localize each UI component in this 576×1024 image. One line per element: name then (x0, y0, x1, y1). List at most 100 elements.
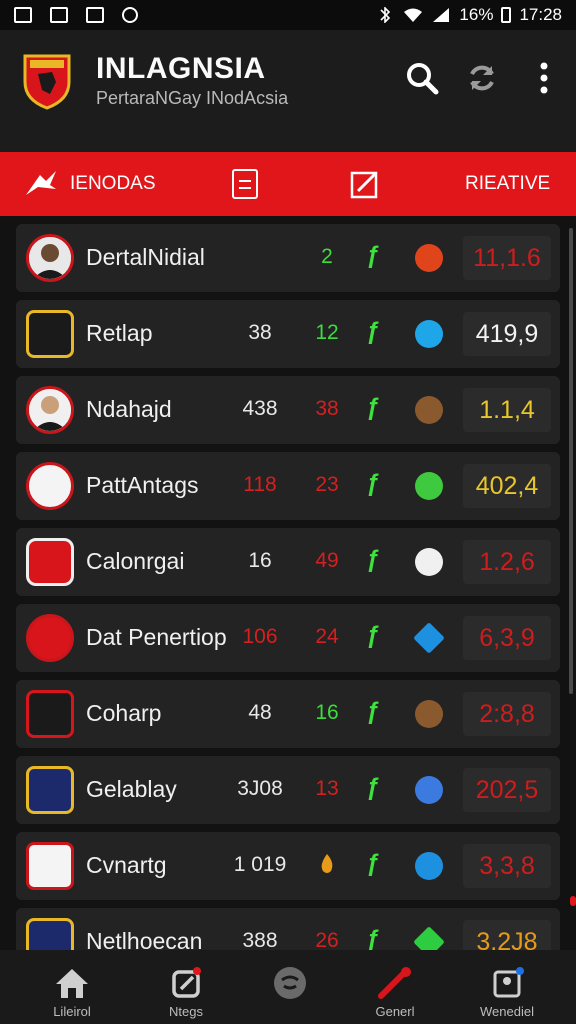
tool-icon (378, 967, 411, 999)
battery-icon (501, 7, 512, 23)
list-item[interactable]: Ndahajd 438 38 ƒ 1.1,4 (16, 376, 560, 444)
home-icon (56, 969, 88, 998)
row-col2: 2 (321, 245, 333, 268)
trend-icon: ƒ (366, 774, 380, 801)
row-col1: 16 (248, 549, 272, 572)
nav-profile[interactable]: Wenediel (457, 950, 557, 1024)
list-item[interactable]: Gelablay 3J08 13 ƒ 202,5 (16, 756, 560, 824)
app-subtitle: PertaraNGay INodAcsia (96, 88, 289, 108)
list-item[interactable]: Coharp 48 16 ƒ 2:8,8 (16, 680, 560, 748)
row-col1: 38 (248, 321, 272, 344)
team-logo (26, 842, 74, 890)
nav-home[interactable]: Lileirol (22, 950, 122, 1024)
nav-profile-label: Wenediel (480, 1004, 534, 1019)
trend-icon: ƒ (366, 394, 380, 421)
status-badge-icon (415, 396, 443, 424)
status-badge-icon (415, 320, 443, 348)
status-badge-icon (415, 244, 443, 272)
row-score: 202,5 (463, 768, 551, 812)
trend-icon: ƒ (366, 698, 380, 725)
row-col1: 3J08 (237, 777, 283, 800)
scrollbar-thumb[interactable] (569, 228, 573, 694)
row-col2: 13 (315, 777, 339, 800)
row-name: Gelablay (86, 776, 177, 802)
row-col2: 12 (315, 321, 339, 344)
trend-icon: ƒ (366, 242, 380, 269)
nav-edit[interactable]: Ntegs (136, 950, 236, 1024)
more-menu-button[interactable] (524, 58, 564, 98)
row-score: 3.2J8 (463, 920, 551, 950)
trend-icon: ƒ (366, 622, 380, 649)
list-item[interactable]: PattAntags 118 23 ƒ 402,4 (16, 452, 560, 520)
edge-indicator (570, 896, 576, 906)
edit-square-icon (350, 171, 378, 199)
refresh-button[interactable] (462, 58, 502, 98)
row-col2: 23 (315, 473, 339, 496)
more-vert-icon (540, 62, 548, 94)
row-col1: 1 019 (233, 853, 287, 876)
search-button[interactable] (402, 58, 442, 98)
sync-icon (122, 7, 138, 23)
refresh-icon (470, 65, 494, 91)
team-logo (26, 614, 74, 662)
row-name: Dat Penertiop (86, 624, 227, 650)
list-item[interactable]: Dat Penertiop 106 24 ƒ 6,3,9 (16, 604, 560, 672)
profile-icon (493, 967, 524, 998)
nav-chat[interactable] (240, 950, 340, 1024)
team-logo (26, 690, 74, 738)
trend-icon: ƒ (366, 546, 380, 573)
row-score: 1.2,6 (463, 540, 551, 584)
status-badge-icon (415, 700, 443, 728)
gallery-icon (14, 7, 32, 23)
edit-view-button[interactable] (350, 152, 380, 216)
filter-left-label: IENODAS (70, 173, 156, 194)
row-score: 11,1.6 (463, 236, 551, 280)
status-badge-icon (413, 926, 445, 950)
row-col1: 106 (242, 625, 278, 648)
player-avatar (26, 386, 74, 434)
row-score: 402,4 (463, 464, 551, 508)
image-icon (50, 7, 68, 23)
row-name: DertalNidial (86, 244, 205, 270)
list-item[interactable]: Retlap 38 12 ƒ 419,9 (16, 300, 560, 368)
team-logo (26, 918, 74, 950)
trend-icon: ƒ (366, 318, 380, 345)
nav-home-label: Lileirol (53, 1004, 91, 1019)
filter-bar: IENODAS RIEATIVE (0, 152, 576, 216)
row-score: 2:8,8 (463, 692, 551, 736)
row-score: 1.1,4 (463, 388, 551, 432)
nav-tool[interactable]: Generl (345, 950, 445, 1024)
row-name: Cvnartg (86, 852, 167, 878)
team-logo (26, 538, 74, 586)
status-badge-icon (415, 472, 443, 500)
row-col1: 118 (243, 473, 277, 496)
row-col2: 24 (315, 625, 339, 648)
trend-icon: ƒ (366, 850, 380, 877)
list-view-button[interactable] (232, 152, 258, 216)
team-logo (26, 766, 74, 814)
row-col2: 16 (315, 701, 339, 724)
row-col2 (301, 853, 353, 881)
list-item[interactable]: Calonrgai 16 49 ƒ 1.2,6 (16, 528, 560, 596)
list-item[interactable]: Netlhoecan 388 26 ƒ 3.2J8 (16, 908, 560, 950)
team-crest-logo (23, 54, 71, 110)
list-item[interactable]: Cvnartg 1 019 ƒ 3,3,8 (16, 832, 560, 900)
bluetooth-icon (380, 7, 391, 23)
row-col1: 48 (248, 701, 272, 724)
edit-icon (172, 967, 201, 998)
row-col2: 26 (315, 929, 339, 950)
system-icons: 16% 17:28 (375, 5, 562, 25)
row-score: 3,3,8 (463, 844, 551, 888)
row-name: Netlhoecan (86, 928, 203, 950)
row-score: 419,9 (463, 312, 551, 356)
wifi-icon (404, 8, 423, 22)
search-icon (407, 63, 439, 95)
filter-right-tab[interactable]: RIEATIVE (465, 152, 550, 216)
list-item[interactable]: DertalNidial 2 ƒ 11,1.6 (16, 224, 560, 292)
row-name: PattAntags (86, 472, 199, 498)
filter-left-tab[interactable]: IENODAS (24, 152, 156, 216)
standings-list: DertalNidial 2 ƒ 11,1.6 Retlap 38 12 ƒ 4… (16, 224, 560, 950)
app-title: INLAGNSIA (96, 52, 266, 85)
status-badge-icon (413, 622, 445, 654)
plane-star-icon (26, 171, 56, 195)
